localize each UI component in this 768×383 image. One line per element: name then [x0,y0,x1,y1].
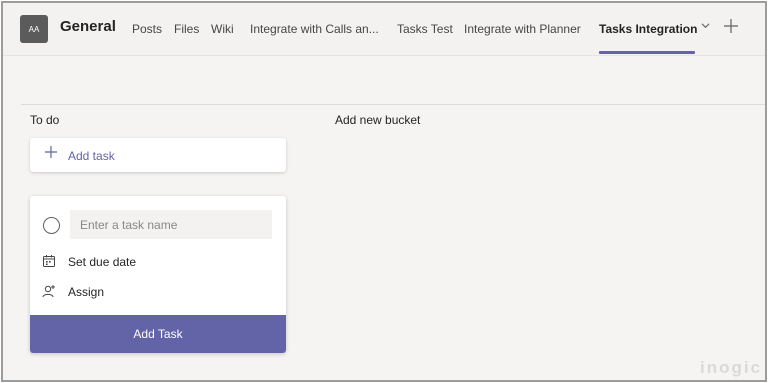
add-task-button[interactable]: Add task [30,138,286,172]
team-avatar[interactable]: AA [20,15,48,43]
tab-integrate-calls[interactable]: Integrate with Calls an... [250,22,379,36]
plus-icon [45,145,57,163]
tab-wiki[interactable]: Wiki [211,22,234,36]
add-task-submit-button[interactable]: Add Task [30,315,286,353]
add-new-bucket-button[interactable]: Add new bucket [335,113,420,127]
tab-posts[interactable]: Posts [132,22,162,36]
set-due-date-label: Set due date [68,255,137,269]
active-tab-indicator [599,51,695,54]
teams-window: AA General Posts Files Wiki Integrate wi… [1,1,767,382]
tab-files[interactable]: Files [174,22,199,36]
set-due-date-button[interactable]: Set due date [42,253,162,271]
chevron-down-icon[interactable] [701,21,710,33]
add-task-label: Add task [68,149,115,163]
channel-header: AA General Posts Files Wiki Integrate wi… [3,3,765,56]
add-tab-icon[interactable] [724,15,738,39]
complete-task-radio[interactable] [43,217,60,234]
task-name-input[interactable] [70,210,272,239]
assign-label: Assign [68,285,105,299]
bucket-title[interactable]: To do [30,113,59,127]
channel-title: General [60,18,116,35]
calendar-icon [42,254,56,268]
tab-tasks-integration[interactable]: Tasks Integration [599,22,697,36]
tab-tasks-test[interactable]: Tasks Test [397,22,453,36]
new-task-form: Set due date Assign Add Task [30,196,286,353]
tab-integrate-planner[interactable]: Integrate with Planner [464,22,581,36]
assign-button[interactable]: Assign [42,283,142,301]
board-toolbar [21,69,765,105]
watermark-logo: inogic [700,358,763,377]
assign-user-icon [42,284,56,298]
